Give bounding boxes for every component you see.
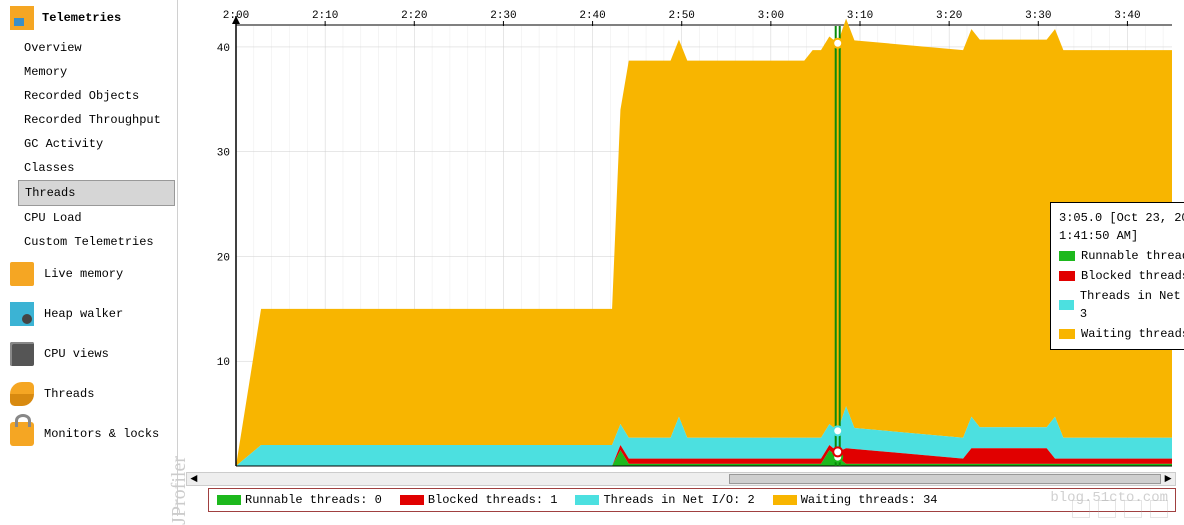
legend-swatch <box>400 495 424 505</box>
toolbar-shadow <box>1072 500 1168 518</box>
sidebar-item-gc-activity[interactable]: GC Activity <box>18 132 177 156</box>
sidebar-item-classes[interactable]: Classes <box>18 156 177 180</box>
svg-text:20: 20 <box>217 252 230 264</box>
thread-chart[interactable]: 2:002:102:202:302:402:503:003:103:203:30… <box>208 2 1176 472</box>
scroll-right-icon[interactable]: ► <box>1161 472 1175 486</box>
sidebar-item-recorded-throughput[interactable]: Recorded Throughput <box>18 108 177 132</box>
sidebar-item-custom-telemetries[interactable]: Custom Telemetries <box>18 230 177 254</box>
legend-swatch <box>217 495 241 505</box>
svg-text:30: 30 <box>217 148 230 160</box>
svg-text:3:30: 3:30 <box>1025 10 1051 22</box>
tooltip-row: Waiting threads: 33 <box>1059 325 1184 343</box>
legend-swatch <box>575 495 599 505</box>
legend-item: Blocked threads: 1 <box>400 493 558 507</box>
sidebar-title: Telemetries <box>42 11 121 25</box>
tooltip-swatch <box>1059 251 1075 261</box>
chart-area[interactable]: 2:002:102:202:302:402:503:003:103:203:30… <box>178 0 1184 472</box>
ic-live-icon <box>10 262 34 286</box>
scroll-left-icon[interactable]: ◄ <box>187 472 201 486</box>
sidebar-items: OverviewMemoryRecorded ObjectsRecorded T… <box>0 36 177 254</box>
tooltip-swatch <box>1059 300 1074 310</box>
svg-text:2:30: 2:30 <box>490 10 516 22</box>
legend-item: Runnable threads: 0 <box>217 493 382 507</box>
ic-heap-icon <box>10 302 34 326</box>
ic-lock-icon <box>10 422 34 446</box>
tooltip-row: Blocked threads: 1 <box>1059 267 1184 285</box>
svg-text:3:40: 3:40 <box>1114 10 1140 22</box>
svg-text:2:20: 2:20 <box>401 10 427 22</box>
scroll-thumb[interactable] <box>729 474 1161 484</box>
legend-swatch <box>773 495 797 505</box>
ic-threads-icon <box>10 382 34 406</box>
scroll-track[interactable] <box>201 474 1161 484</box>
sidebar-major-live-memory[interactable]: Live memory <box>0 254 177 294</box>
legend-item: Threads in Net I/O: 2 <box>575 493 754 507</box>
main-area: 2:002:102:202:302:402:503:003:103:203:30… <box>178 0 1184 516</box>
svg-text:3:10: 3:10 <box>847 10 873 22</box>
ic-cpu-icon <box>10 342 34 366</box>
sidebar-item-threads[interactable]: Threads <box>18 180 175 206</box>
sidebar-major-monitors-&-locks[interactable]: Monitors & locks <box>0 414 177 454</box>
tooltip-swatch <box>1059 329 1075 339</box>
svg-text:2:40: 2:40 <box>579 10 605 22</box>
sidebar-item-cpu-load[interactable]: CPU Load <box>18 206 177 230</box>
svg-text:3:20: 3:20 <box>936 10 962 22</box>
tooltip-row: Threads in Net I/O: 3 <box>1059 287 1184 323</box>
legend-bottom: Runnable threads: 0 Blocked threads: 1 Thr… <box>208 488 1176 512</box>
sidebar-item-overview[interactable]: Overview <box>18 36 177 60</box>
sidebar-item-recorded-objects[interactable]: Recorded Objects <box>18 84 177 108</box>
sidebar: Telemetries OverviewMemoryRecorded Objec… <box>0 0 178 516</box>
sidebar-major-threads[interactable]: Threads <box>0 374 177 414</box>
sidebar-major-heap-walker[interactable]: Heap walker <box>0 294 177 334</box>
sidebar-major-cpu-views[interactable]: CPU views <box>0 334 177 374</box>
horizontal-scrollbar[interactable]: ◄ ► <box>186 472 1176 486</box>
sidebar-item-memory[interactable]: Memory <box>18 60 177 84</box>
tooltip-header: 3:05.0 [Oct 23, 2016 1:41:50 AM] <box>1059 209 1184 245</box>
tooltip-swatch <box>1059 271 1075 281</box>
svg-text:2:50: 2:50 <box>669 10 695 22</box>
sidebar-header: Telemetries <box>0 0 177 36</box>
legend-item: Waiting threads: 34 <box>773 493 938 507</box>
svg-text:10: 10 <box>217 357 230 369</box>
telemetries-icon <box>10 6 34 30</box>
svg-text:40: 40 <box>217 43 230 55</box>
tooltip-row: Runnable threads: 0 <box>1059 247 1184 265</box>
svg-text:3:00: 3:00 <box>758 10 784 22</box>
tooltip: 3:05.0 [Oct 23, 2016 1:41:50 AM] Runnabl… <box>1050 202 1184 350</box>
svg-text:2:10: 2:10 <box>312 10 338 22</box>
